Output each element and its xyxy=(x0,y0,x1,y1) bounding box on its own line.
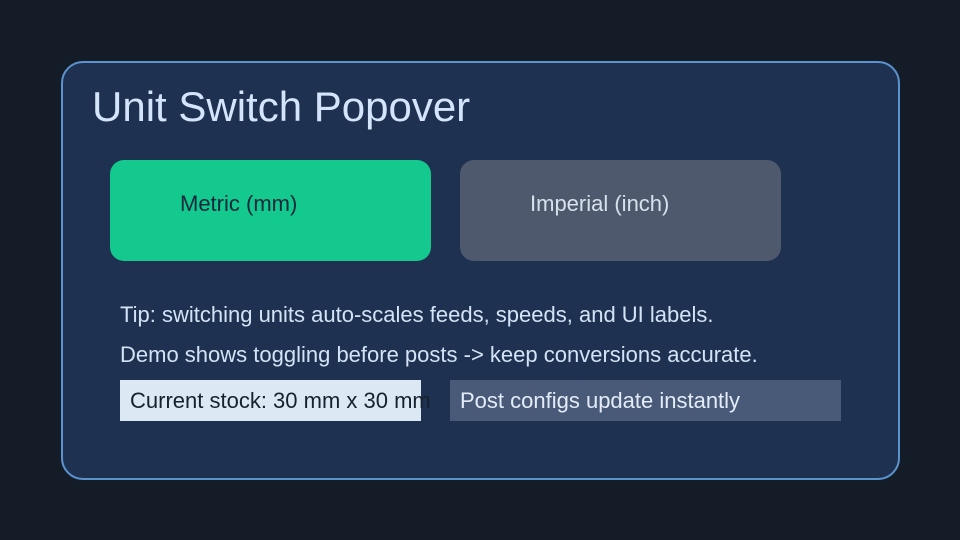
metric-unit-button[interactable]: Metric (mm) xyxy=(110,160,431,261)
imperial-unit-button[interactable]: Imperial (inch) xyxy=(460,160,781,261)
popover-title: Unit Switch Popover xyxy=(92,83,471,130)
unit-switch-popover: Unit Switch Popover Metric (mm) Imperial… xyxy=(61,61,900,480)
tip-text: Tip: switching units auto-scales feeds, … xyxy=(120,302,714,327)
current-stock-text: Current stock: 30 mm x 30 mm xyxy=(130,388,431,413)
current-stock-chip: Current stock: 30 mm x 30 mm xyxy=(120,380,431,421)
post-configs-text: Post configs update instantly xyxy=(460,388,741,413)
demo-note-text: Demo shows toggling before posts -> keep… xyxy=(120,342,758,367)
metric-unit-label: Metric (mm) xyxy=(180,191,298,216)
post-configs-chip: Post configs update instantly xyxy=(450,380,841,421)
imperial-unit-label: Imperial (inch) xyxy=(530,191,670,216)
